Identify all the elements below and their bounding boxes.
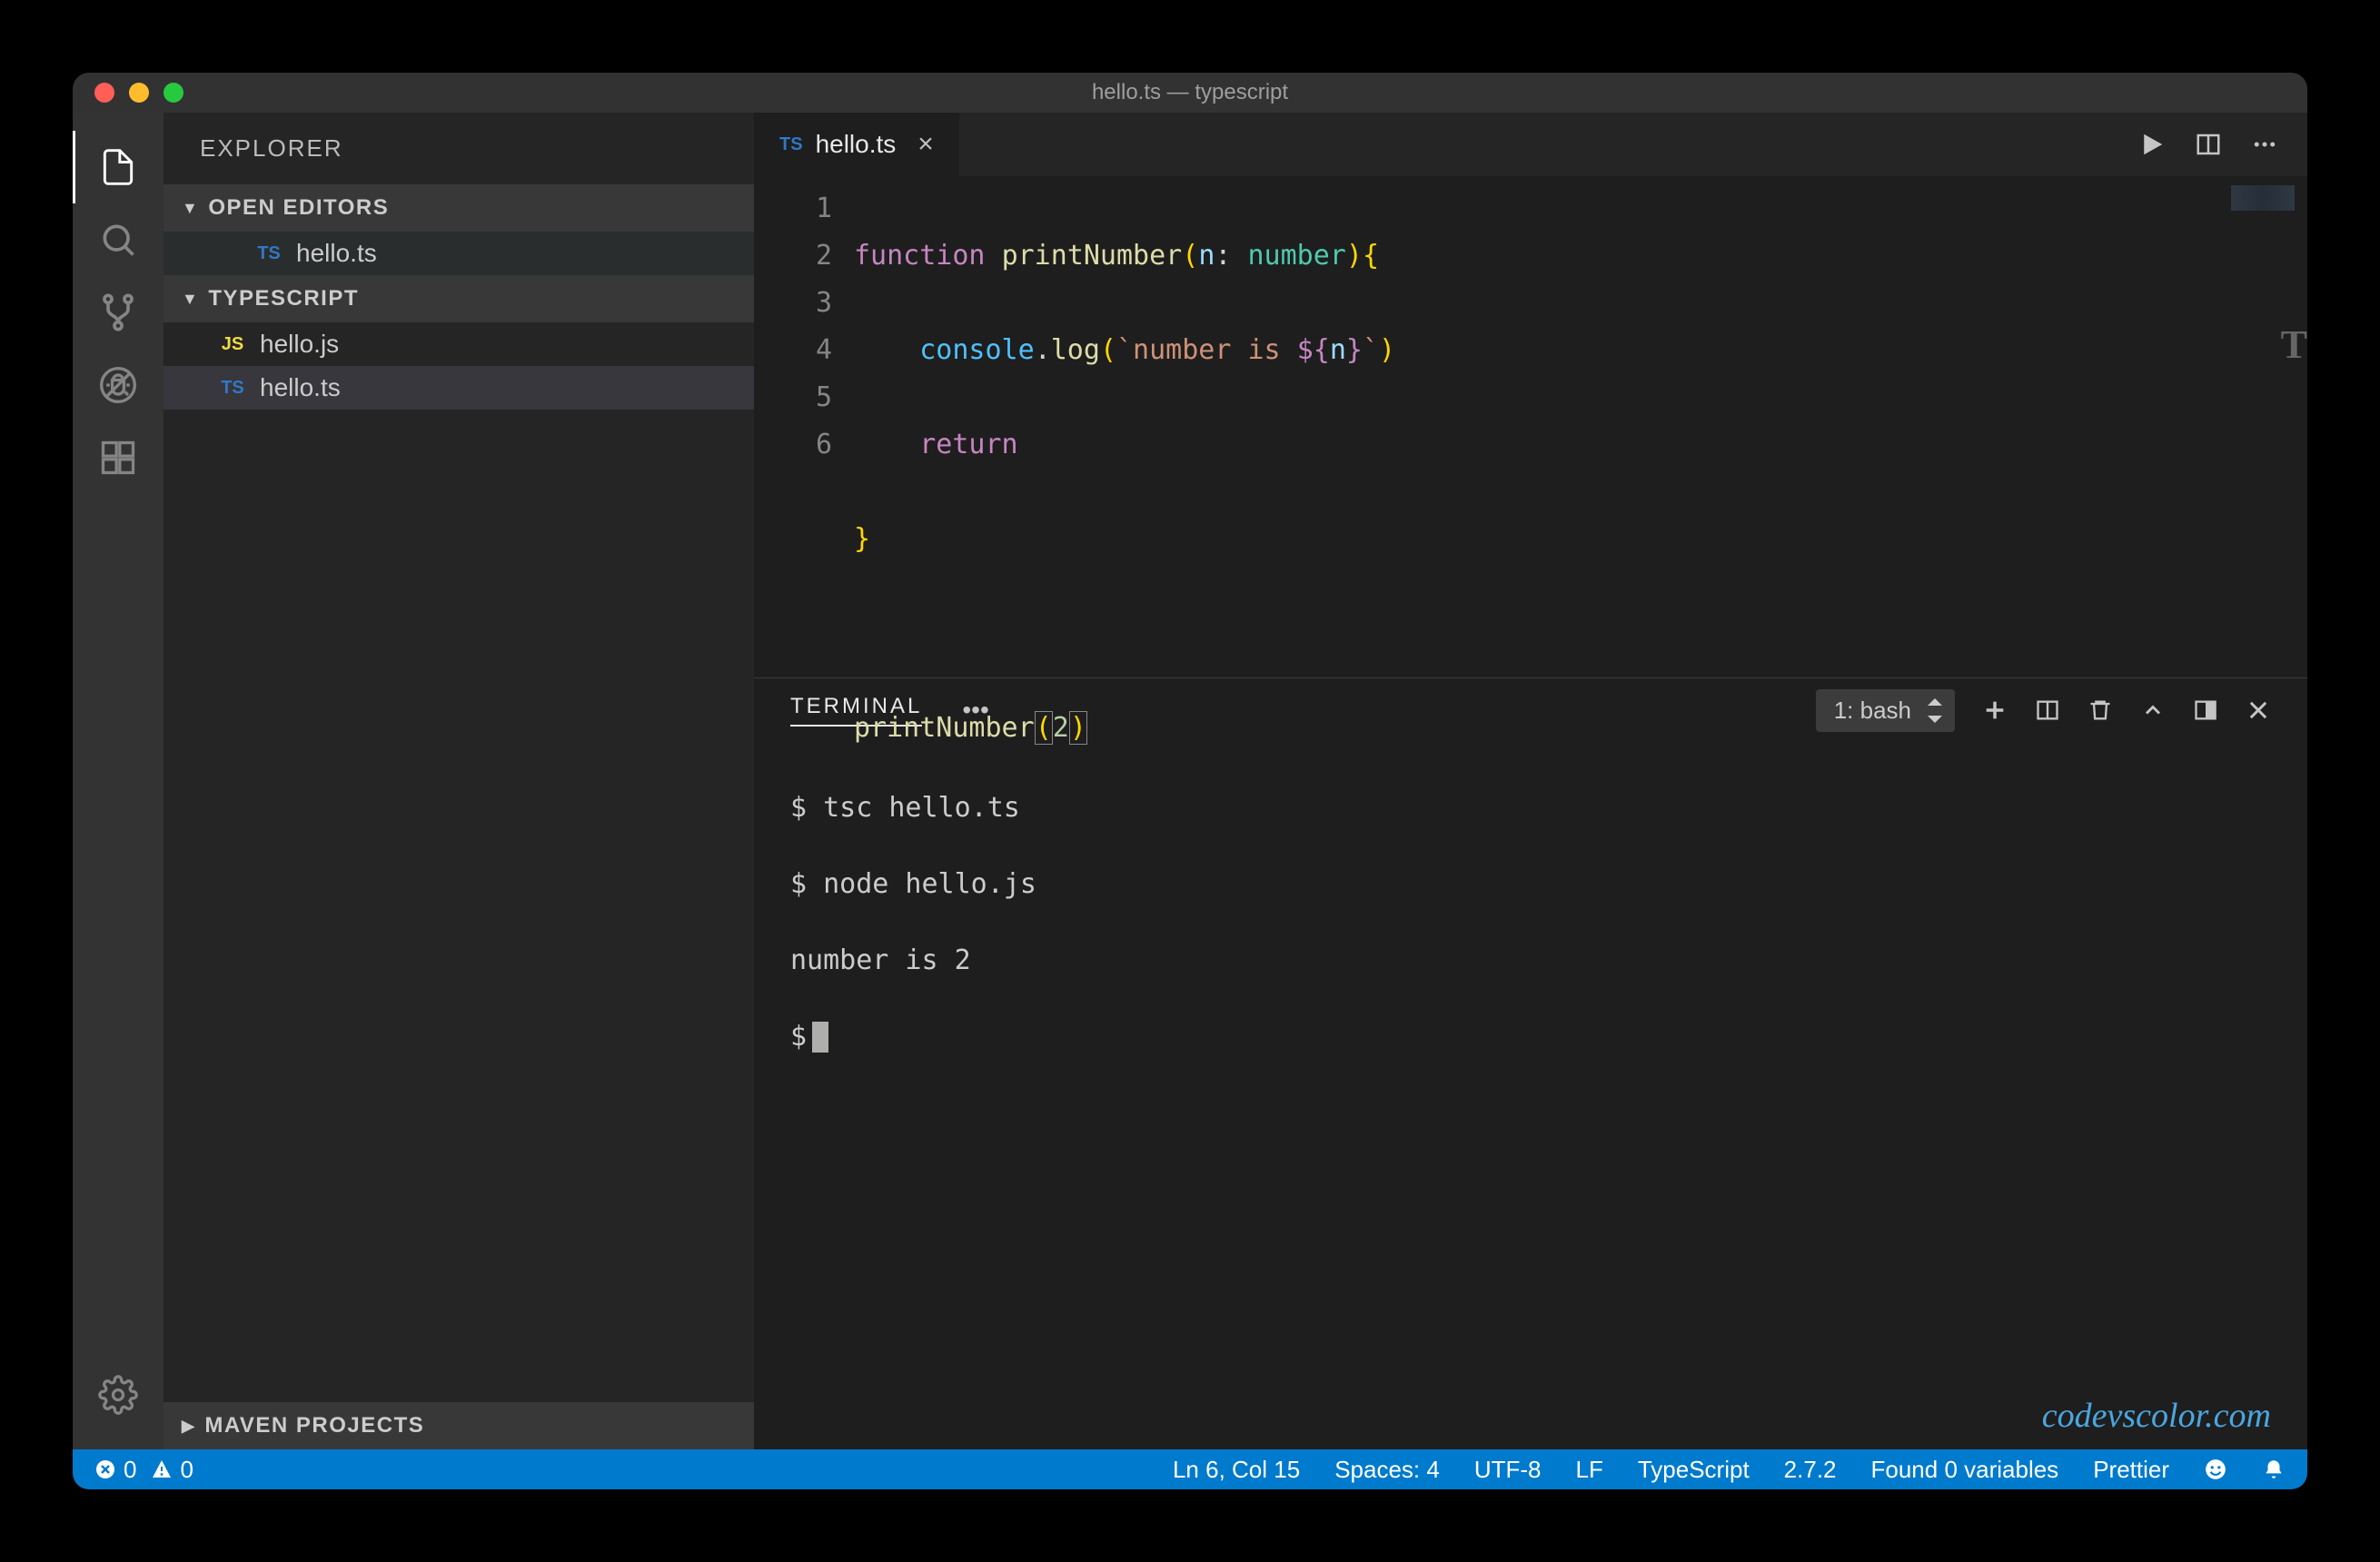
close-window-button[interactable] <box>94 83 114 103</box>
code-editor[interactable]: 1 2 3 4 5 6 function printNumber(n: numb… <box>754 176 2307 677</box>
tab-hello-ts[interactable]: TS hello.ts × <box>754 113 960 176</box>
activity-bar <box>73 113 164 1449</box>
vscode-window: hello.ts — typescript EXPLORER <box>73 73 2307 1489</box>
run-icon[interactable] <box>2138 131 2166 158</box>
maven-label: MAVEN PROJECTS <box>204 1413 424 1438</box>
ts-badge: TS <box>254 243 283 264</box>
status-indentation[interactable]: Spaces: 4 <box>1334 1456 1440 1484</box>
close-panel-icon[interactable] <box>2246 697 2271 723</box>
branch-icon <box>98 292 138 332</box>
open-editors-header[interactable]: ▼ OPEN EDITORS <box>164 184 754 232</box>
status-language[interactable]: TypeScript <box>1638 1456 1750 1484</box>
minimap[interactable] <box>2231 185 2295 211</box>
maximize-window-button[interactable] <box>164 83 183 103</box>
maven-projects-header[interactable]: ▶ MAVEN PROJECTS <box>164 1402 754 1449</box>
kill-terminal-icon[interactable] <box>2087 697 2113 723</box>
tab-filename: hello.ts <box>816 130 897 159</box>
js-badge: JS <box>218 334 247 355</box>
filename: hello.ts <box>260 373 341 402</box>
ts-badge: TS <box>218 378 247 399</box>
explorer-sidebar: EXPLORER ▼ OPEN EDITORS TS hello.ts ▼ TY… <box>164 113 754 1449</box>
filename: hello.js <box>260 330 339 359</box>
status-warnings[interactable]: 0 <box>151 1456 193 1484</box>
window-title: hello.ts — typescript <box>1092 80 1288 105</box>
warning-icon <box>151 1458 173 1480</box>
chevron-down-icon: ▼ <box>182 199 199 218</box>
file-item-hello-js[interactable]: JS hello.js <box>164 322 754 366</box>
window-body: EXPLORER ▼ OPEN EDITORS TS hello.ts ▼ TY… <box>73 113 2307 1449</box>
editor-actions <box>2109 113 2307 176</box>
error-icon <box>94 1458 116 1480</box>
minimize-window-button[interactable] <box>129 83 149 103</box>
watermark: codevscolor.com <box>2042 1397 2271 1435</box>
traffic-lights <box>73 83 183 103</box>
open-editor-item[interactable]: TS hello.ts <box>164 232 754 275</box>
status-formatter[interactable]: Prettier <box>2093 1456 2169 1484</box>
status-notifications-icon[interactable] <box>2262 1458 2286 1481</box>
split-terminal-icon[interactable] <box>2035 697 2060 723</box>
terminal-line: $ tsc hello.ts <box>790 789 2271 827</box>
status-cursor-position[interactable]: Ln 6, Col 15 <box>1173 1456 1300 1484</box>
project-label: TYPESCRIPT <box>208 286 359 311</box>
panel-actions: 1: bash <box>1816 689 2271 732</box>
extensions-icon <box>98 438 138 478</box>
chevron-right-icon: ▶ <box>182 1417 195 1436</box>
no-bug-icon <box>98 365 138 405</box>
status-feedback-icon[interactable] <box>2204 1458 2227 1481</box>
status-bar: 0 0 Ln 6, Col 15 Spaces: 4 UTF-8 LF Type… <box>73 1449 2307 1489</box>
activity-extensions[interactable] <box>73 421 164 494</box>
split-editor-icon[interactable] <box>2195 131 2222 158</box>
gear-icon <box>98 1375 138 1415</box>
open-editor-filename: hello.ts <box>296 239 377 268</box>
sidebar-title: EXPLORER <box>164 113 754 184</box>
status-encoding[interactable]: UTF-8 <box>1474 1456 1542 1484</box>
panel-position-icon[interactable] <box>2193 697 2218 723</box>
status-ts-version[interactable]: 2.7.2 <box>1784 1456 1837 1484</box>
file-item-hello-ts[interactable]: TS hello.ts <box>164 366 754 410</box>
search-icon <box>98 220 138 260</box>
new-terminal-icon[interactable] <box>1982 697 2008 723</box>
status-eol[interactable]: LF <box>1576 1456 1603 1484</box>
terminal-cursor <box>812 1022 828 1053</box>
activity-settings[interactable] <box>73 1359 164 1431</box>
terminal-line: number is 2 <box>790 942 2271 980</box>
ts-badge: TS <box>779 134 803 155</box>
terminal-line: $ <box>790 1018 2271 1056</box>
editor-group: TS hello.ts × <box>754 113 2307 1449</box>
activity-source-control[interactable] <box>73 276 164 349</box>
status-errors[interactable]: 0 <box>94 1456 136 1484</box>
terminal-line: $ node hello.js <box>790 865 2271 904</box>
line-numbers: 1 2 3 4 5 6 <box>754 176 854 677</box>
maximize-panel-icon[interactable] <box>2140 697 2166 723</box>
files-icon <box>98 147 138 187</box>
tab-bar: TS hello.ts × <box>754 113 2307 176</box>
project-header[interactable]: ▼ TYPESCRIPT <box>164 275 754 322</box>
titlebar: hello.ts — typescript <box>73 73 2307 113</box>
terminal-panel: TERMINAL ••• 1: bash <box>754 677 2307 1449</box>
text-decoration-icon: T <box>2281 321 2307 369</box>
terminal[interactable]: $ tsc hello.ts $ node hello.js number is… <box>754 742 2307 1449</box>
chevron-down-icon: ▼ <box>182 290 199 309</box>
terminal-selector[interactable]: 1: bash <box>1816 689 1955 732</box>
status-variables[interactable]: Found 0 variables <box>1871 1456 2059 1484</box>
close-tab-icon[interactable]: × <box>917 129 934 160</box>
more-actions-icon[interactable] <box>2251 131 2278 158</box>
activity-search[interactable] <box>73 203 164 276</box>
open-editors-label: OPEN EDITORS <box>208 195 389 221</box>
activity-debug[interactable] <box>73 349 164 421</box>
activity-explorer[interactable] <box>73 131 164 203</box>
code-content: function printNumber(n: number){ console… <box>854 176 1395 677</box>
